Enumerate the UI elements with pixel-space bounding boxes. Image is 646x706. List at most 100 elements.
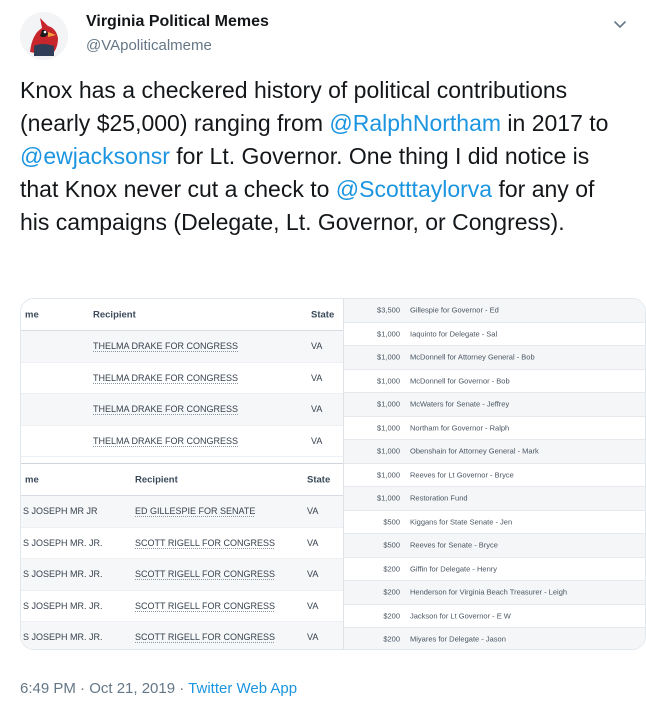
donor-table-2: me Recipient State S JOSEPH MR JR ED GIL… [21, 463, 343, 649]
header-state: State [307, 474, 331, 485]
state-cell: VA [307, 569, 319, 580]
author-name[interactable]: Virginia Political Memes [86, 13, 269, 31]
name-cell: S JOSEPH MR. JR. [23, 632, 103, 643]
tweet-header: Virginia Political Memes @VApoliticalmem… [20, 10, 630, 60]
table-row: THELMA DRAKE FOR CONGRESS VA [21, 426, 343, 457]
name-cell: S JOSEPH MR. JR. [23, 537, 103, 548]
mention-link[interactable]: @ewjacksonsr [20, 143, 170, 169]
recipient-cell: THELMA DRAKE FOR CONGRESS [93, 341, 239, 352]
table-row: S JOSEPH MR. JR. SCOTT RIGELL FOR CONGRE… [21, 559, 343, 591]
amount: $200 [383, 564, 400, 574]
tweet-body: Knox has a checkered history of politica… [20, 74, 630, 239]
recipient-cell: SCOTT RIGELL FOR CONGRESS [135, 569, 276, 580]
recipient-cell: THELMA DRAKE FOR CONGRESS [93, 404, 239, 415]
name-cell: S JOSEPH MR JR [23, 506, 98, 517]
recipient-desc: Henderson for Virginia Beach Treasurer -… [410, 587, 568, 597]
list-item: $1,000 Obenshain for Attorney General - M… [344, 440, 645, 464]
table-body: THELMA DRAKE FOR CONGRESS VA THELMA DRAK… [21, 331, 343, 457]
state-cell: VA [311, 372, 323, 383]
header-state: State [311, 309, 335, 320]
recipient-desc: Jackson for Lt Governor - E W [410, 611, 511, 621]
recipient-cell: THELMA DRAKE FOR CONGRESS [93, 372, 239, 383]
recipient-desc: Kiggans for State Senate - Jen [410, 517, 513, 527]
recipient-cell: SCOTT RIGELL FOR CONGRESS [135, 537, 276, 548]
table-row: S JOSEPH MR. JR. SCOTT RIGELL FOR CONGRE… [21, 528, 343, 559]
author-handle[interactable]: @VApoliticalmeme [86, 37, 212, 54]
amount: $200 [383, 587, 400, 597]
list-item: $1,000 Northam for Governor - Ralph [344, 417, 645, 440]
recipient-desc: McDonnell for Governor - Bob [410, 376, 510, 386]
table-row: S JOSEPH MR JR ED GILLESPIE FOR SENATE V… [21, 496, 343, 528]
amount: $1,000 [377, 446, 400, 456]
amount: $500 [383, 517, 400, 527]
recipient-desc: Miyares for Delegate - Jason [410, 634, 506, 644]
table-row: THELMA DRAKE FOR CONGRESS VA [21, 331, 343, 363]
state-cell: VA [311, 435, 323, 446]
recipient-desc: Restoration Fund [410, 493, 468, 503]
header-recipient: Recipient [135, 474, 178, 485]
state-cell: VA [307, 506, 319, 517]
recipient-desc: Reeves for Senate - Bryce [410, 540, 498, 550]
recipient-cell: SCOTT RIGELL FOR CONGRESS [135, 632, 276, 643]
list-item: $200 Giffin for Delegate - Henry [344, 558, 645, 581]
recipient-cell: SCOTT RIGELL FOR CONGRESS [135, 600, 276, 611]
state-cell: VA [311, 341, 323, 352]
cardinal-avatar-icon[interactable] [20, 12, 68, 60]
list-item: $200 Henderson for Virginia Beach Treasur… [344, 581, 645, 605]
mention-link[interactable]: @RalphNortham [329, 110, 501, 136]
table-row: S JOSEPH MR. JR. SCOTT RIGELL FOR CONGRE… [21, 622, 343, 649]
amount: $1,000 [377, 352, 400, 362]
timestamp[interactable]: 6:49 PM · Oct 21, 2019 · [20, 680, 188, 697]
mention-link[interactable]: @Scotttaylorva [336, 176, 492, 202]
list-item: $3,500 Gillespie for Governor - Ed [344, 299, 645, 323]
recipient-desc: Gillespie for Governor - Ed [410, 305, 499, 315]
table-header: me Recipient State [21, 299, 343, 331]
table-header: me Recipient State [21, 464, 343, 496]
amount: $1,000 [377, 493, 400, 503]
list-item: $1,000 Iaquinto for Delegate - Sal [344, 323, 645, 346]
chevron-down-icon[interactable] [610, 14, 630, 34]
amount: $200 [383, 634, 400, 644]
donor-table-1: me Recipient State THELMA DRAKE FOR CONG… [21, 299, 343, 463]
amount: $3,500 [377, 305, 400, 315]
recipient-cell: THELMA DRAKE FOR CONGRESS [93, 435, 239, 446]
recipient-desc: McWaters for Senate - Jeffrey [410, 399, 510, 409]
recipient-desc: McDonnell for Attorney General - Bob [410, 352, 535, 362]
tweet-meta: 6:49 PM · Oct 21, 2019 · Twitter Web App [20, 680, 297, 697]
recipient-desc: Obenshain for Attorney General - Mark [410, 446, 539, 456]
table-row: THELMA DRAKE FOR CONGRESS VA [21, 394, 343, 426]
list-item: $200 Jackson for Lt Governor - E W [344, 605, 645, 628]
list-item: $500 Reeves for Senate - Bryce [344, 534, 645, 558]
table-body: S JOSEPH MR JR ED GILLESPIE FOR SENATE V… [21, 496, 343, 649]
state-cell: VA [307, 632, 319, 643]
contributions-list: $3,500 Gillespie for Governor - Ed $1,000… [343, 299, 645, 649]
list-item: $1,000 McWaters for Senate - Jeffrey [344, 393, 645, 417]
header-name: me [25, 309, 39, 320]
recipient-desc: Iaquinto for Delegate - Sal [410, 329, 498, 339]
recipient-desc: Northam for Governor - Ralph [410, 423, 510, 433]
tweet-image[interactable]: me Recipient State THELMA DRAKE FOR CONG… [20, 298, 646, 650]
name-cell: S JOSEPH MR. JR. [23, 600, 103, 611]
amount: $1,000 [377, 470, 400, 480]
state-cell: VA [307, 537, 319, 548]
list-item: $1,000 Reeves for Lt Governor - Bryce [344, 464, 645, 487]
header-recipient: Recipient [93, 309, 136, 320]
list-item: $1,000 McDonnell for Attorney General - B… [344, 346, 645, 370]
list-item: $500 Kiggans for State Senate - Jen [344, 511, 645, 534]
amount: $1,000 [377, 329, 400, 339]
header-name: me [25, 474, 39, 485]
recipient-desc: Reeves for Lt Governor - Bryce [410, 470, 514, 480]
recipient-cell: ED GILLESPIE FOR SENATE [135, 506, 256, 517]
amount: $1,000 [377, 376, 400, 386]
table-row: THELMA DRAKE FOR CONGRESS VA [21, 363, 343, 394]
amount: $1,000 [377, 399, 400, 409]
list-item: $200 Miyares for Delegate - Jason [344, 628, 645, 649]
list-item: $1,000 McDonnell for Governor - Bob [344, 370, 645, 393]
list-item: $1,000 Restoration Fund [344, 487, 645, 511]
tweet-text-part: in 2017 to [501, 110, 609, 136]
contribution-tables-screenshot: me Recipient State THELMA DRAKE FOR CONG… [21, 299, 343, 649]
amount: $500 [383, 540, 400, 550]
recipient-desc: Giffin for Delegate - Henry [410, 564, 497, 574]
source-app-link[interactable]: Twitter Web App [188, 680, 297, 697]
amount: $1,000 [377, 423, 400, 433]
